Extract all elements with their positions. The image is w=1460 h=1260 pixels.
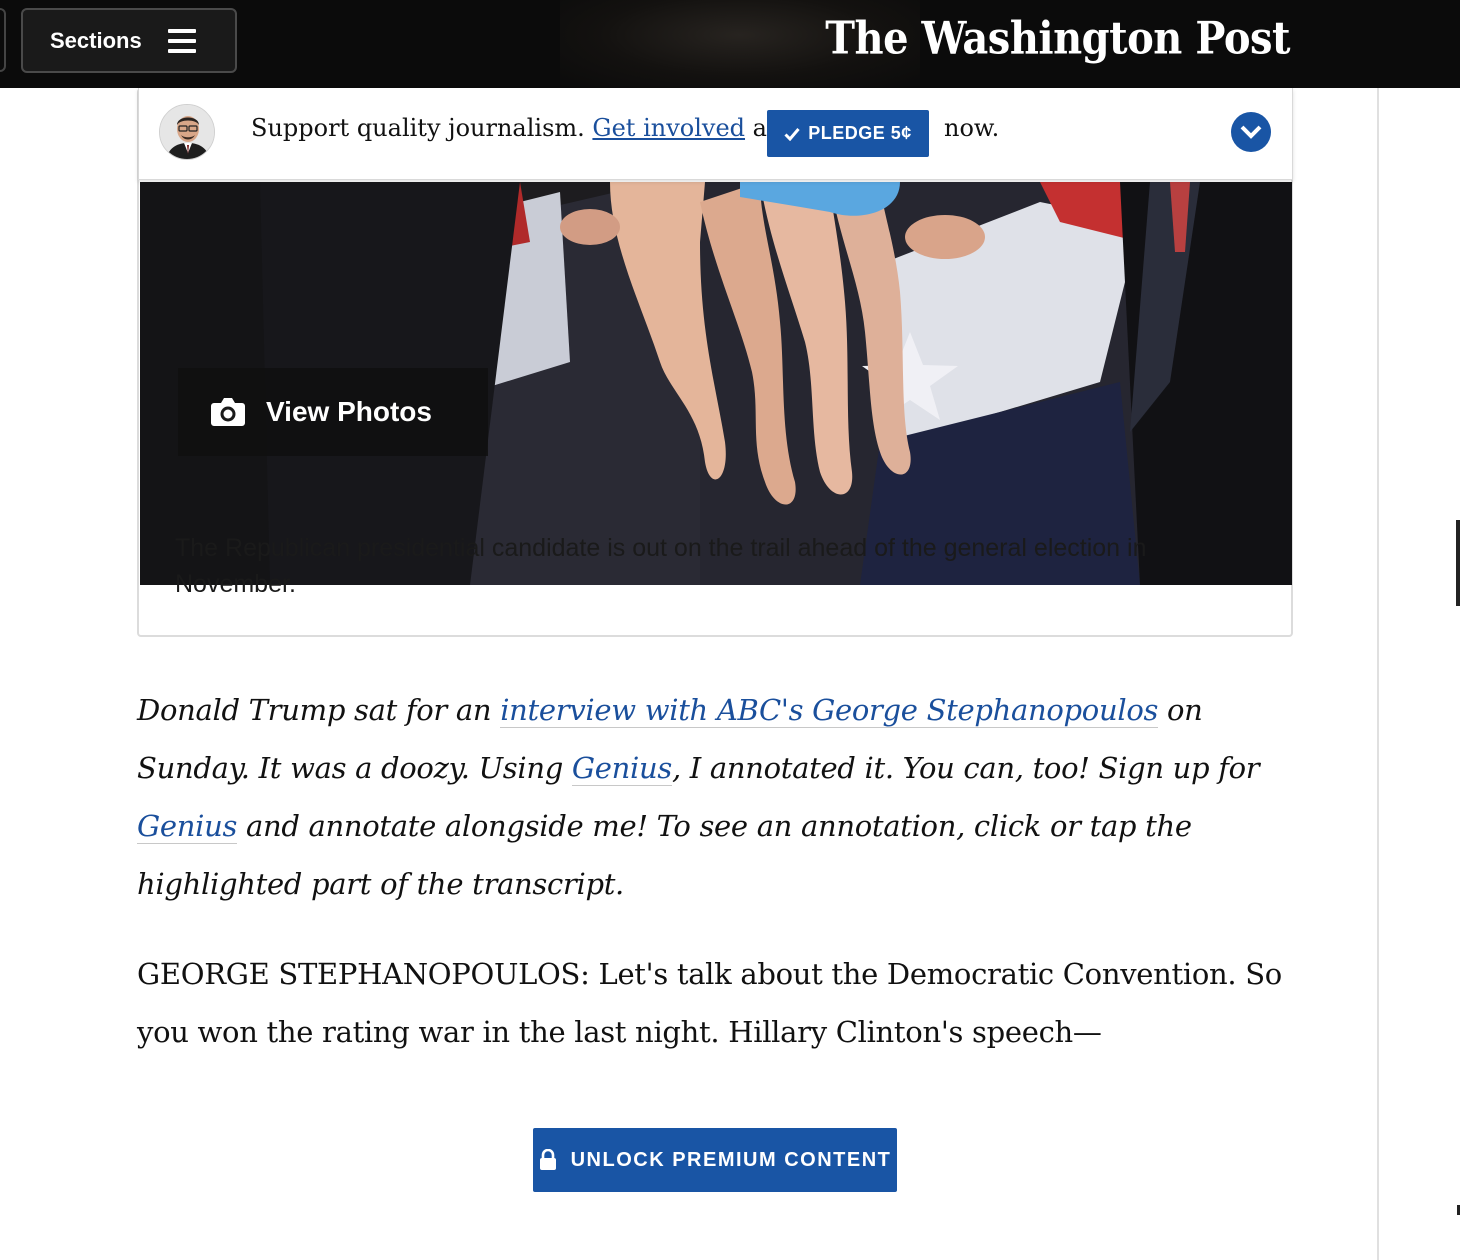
unlock-premium-label: UNLOCK PREMIUM CONTENT — [570, 1148, 892, 1171]
author-photo — [160, 105, 214, 159]
site-header: Sections The Washington Post — [0, 0, 1460, 88]
intro-text-1: Donald Trump sat for an — [137, 693, 501, 727]
hamburger-menu-icon — [167, 28, 196, 53]
sections-label: Sections — [50, 27, 142, 53]
view-photos-button[interactable]: View Photos — [178, 368, 488, 456]
author-avatar — [159, 104, 215, 160]
article-intro: Donald Trump sat for an interview with A… — [137, 681, 1297, 913]
pledge-banner: Support quality journalism. Get involved… — [138, 88, 1293, 180]
view-photos-label: View Photos — [266, 396, 432, 427]
sections-button[interactable]: Sections — [21, 8, 237, 73]
right-column-divider — [1377, 88, 1379, 1260]
photo-gallery-image[interactable]: View Photos — [140, 182, 1292, 585]
pledge-button[interactable]: PLEDGE 5¢ — [767, 110, 929, 157]
transcript-paragraph: GEORGE STEPHANOPOULOS: Let's talk about … — [137, 957, 1282, 1049]
scrollbar-thumb[interactable] — [1456, 520, 1460, 606]
chevron-down-icon — [1240, 125, 1262, 139]
checkmark-icon — [784, 127, 800, 141]
camera-icon — [211, 398, 245, 426]
washington-post-logo[interactable]: The Washington Post — [825, 12, 1290, 65]
pledge-button-label: PLEDGE 5¢ — [808, 123, 912, 143]
abc-interview-link[interactable]: interview with ABC's George Stephanopoul… — [500, 693, 1158, 728]
expand-pledge-button[interactable] — [1231, 112, 1271, 152]
pledge-text-after: now. — [944, 114, 1000, 142]
previous-control-edge[interactable] — [0, 8, 6, 72]
pledge-text-before: Support quality journalism. — [251, 114, 585, 142]
intro-text-3: , I annotated it. You can, too! Sign up … — [671, 751, 1260, 785]
photo-caption: The Republican presidential candidate is… — [175, 534, 1147, 598]
unlock-premium-button[interactable]: UNLOCK PREMIUM CONTENT — [533, 1128, 897, 1192]
lock-icon — [539, 1149, 556, 1170]
get-involved-link[interactable]: Get involved — [592, 114, 745, 142]
genius-signup-link[interactable]: Genius — [137, 809, 237, 844]
pledge-message: Support quality journalism. Get involved… — [251, 114, 798, 142]
intro-text-4: and annotate alongside me! To see an ann… — [137, 809, 1192, 901]
genius-link[interactable]: Genius — [571, 751, 672, 786]
